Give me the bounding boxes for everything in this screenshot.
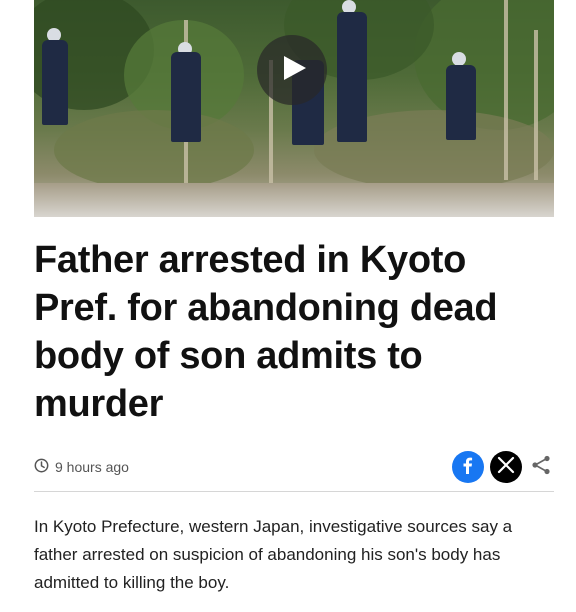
timestamp: 9 hours ago	[34, 458, 129, 476]
article-headline: Father arrested in Kyoto Pref. for aband…	[34, 239, 498, 425]
tree-trunk	[534, 30, 538, 180]
play-button[interactable]	[257, 35, 327, 105]
officer-figure	[171, 52, 201, 142]
share-icon	[530, 454, 552, 481]
article-body: In Kyoto Prefecture, western Japan, inve…	[34, 517, 513, 592]
article-meta: 9 hours ago	[34, 450, 554, 484]
clock-icon	[34, 458, 55, 476]
tree-trunk	[504, 0, 508, 180]
officer-figure	[446, 65, 476, 140]
timestamp-text: 9 hours ago	[55, 459, 129, 475]
share-button[interactable]	[528, 451, 554, 483]
foliage	[54, 110, 254, 190]
x-share-button[interactable]	[490, 451, 522, 483]
video-thumbnail[interactable]	[34, 0, 554, 217]
officer-figure	[42, 40, 68, 125]
play-icon	[277, 54, 308, 87]
share-bar	[452, 451, 554, 483]
divider	[34, 491, 554, 492]
ground	[34, 183, 554, 217]
officer-figure	[337, 12, 367, 142]
facebook-icon	[458, 455, 478, 480]
x-icon	[497, 456, 515, 479]
officer-helmet	[452, 52, 466, 66]
facebook-share-button[interactable]	[452, 451, 484, 483]
